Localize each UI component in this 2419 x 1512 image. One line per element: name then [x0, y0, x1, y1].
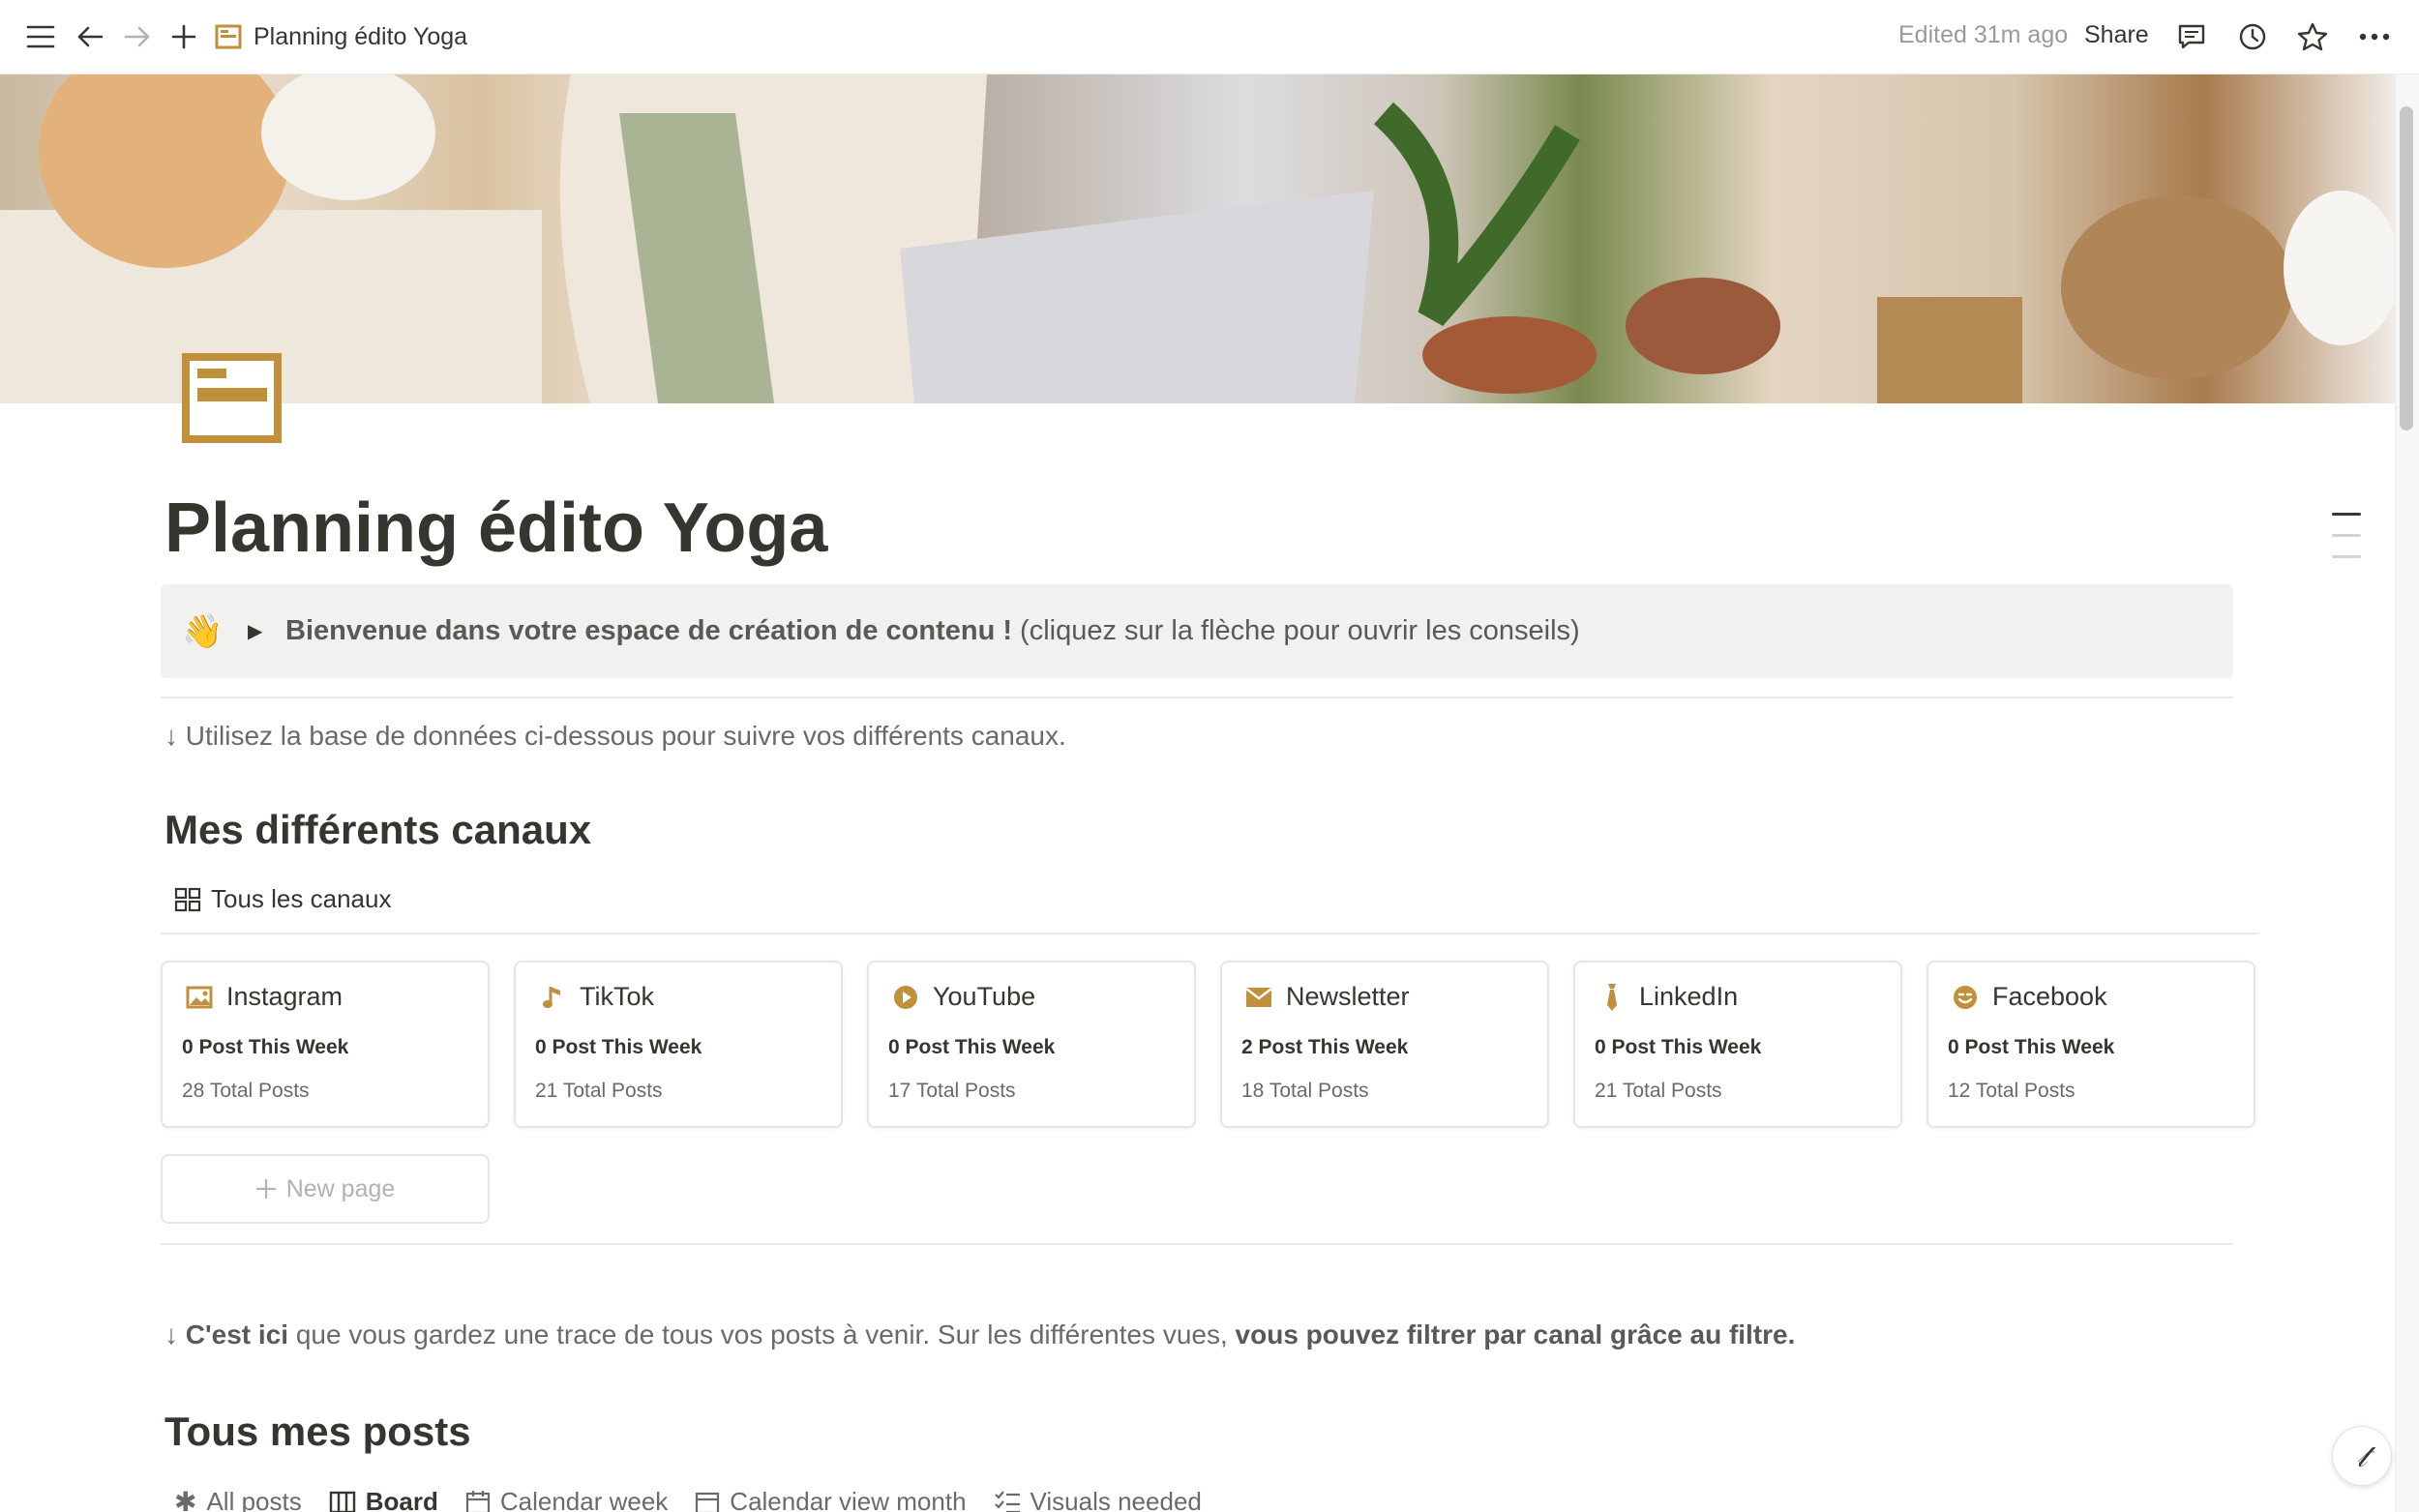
hint-text: que vous gardez une trace de tous vos po…: [288, 1319, 1236, 1349]
cover-image[interactable]: [0, 74, 2395, 403]
tab-label: Calendar week: [499, 1487, 669, 1512]
plus-icon: [255, 1178, 276, 1200]
asterisk-icon: ✱: [174, 1487, 197, 1512]
posts-instruction-text: ↓ C'est ici que vous gardez une trace de…: [164, 1319, 1795, 1350]
tab-calendar-month[interactable]: Calendar view month: [695, 1486, 967, 1512]
card-header: TikTok: [539, 982, 654, 1012]
total-posts: 21 Total Posts: [535, 1080, 663, 1102]
tab-label: Board: [365, 1487, 438, 1512]
posts-this-week: 2 Post This Week: [1241, 1036, 1409, 1058]
hint-bold-1: C'est ici: [185, 1319, 289, 1349]
toggle-arrow-icon[interactable]: ▶: [248, 619, 262, 643]
total-posts: 12 Total Posts: [1948, 1080, 2076, 1102]
gallery-divider: [161, 933, 2259, 934]
table-of-contents-minimap[interactable]: [2332, 513, 2361, 577]
hint-bold-2: vous pouvez filtrer par canal grâce au f…: [1235, 1319, 1796, 1349]
posts-this-week: 0 Post This Week: [1595, 1036, 1762, 1058]
view-tab-label: Tous les canaux: [211, 884, 392, 913]
new-page-label: New page: [285, 1174, 396, 1202]
card-header: LinkedIn: [1598, 982, 1738, 1012]
total-posts: 28 Total Posts: [182, 1080, 310, 1102]
callout-hint: (cliquez sur la flèche pour ouvrir les c…: [1012, 615, 1580, 646]
channel-card[interactable]: LinkedIn 0 Post This Week 21 Total Posts: [1573, 961, 1902, 1128]
channel-gallery: Instagram 0 Post This Week 28 Total Post…: [161, 961, 2255, 1128]
edited-timestamp: Edited 31m ago: [1898, 21, 2069, 48]
total-posts: 21 Total Posts: [1595, 1080, 1722, 1102]
posts-this-week: 0 Post This Week: [888, 1036, 1056, 1058]
board-icon: [329, 1491, 355, 1512]
posts-this-week: 0 Post This Week: [535, 1036, 702, 1058]
channel-name: LinkedIn: [1639, 982, 1739, 1011]
history-clock-icon[interactable]: [2233, 17, 2272, 56]
calendar-icon: [465, 1490, 490, 1512]
comments-icon[interactable]: [2172, 17, 2211, 56]
tie-icon: [1598, 983, 1626, 1011]
page-title[interactable]: Planning édito Yoga: [164, 489, 827, 568]
channel-card[interactable]: Newsletter 2 Post This Week 18 Total Pos…: [1220, 961, 1549, 1128]
gallery-grid-icon: [174, 887, 201, 911]
posts-this-week: 0 Post This Week: [1948, 1036, 2115, 1058]
page-icon[interactable]: [182, 353, 282, 443]
sidebar-menu-icon[interactable]: [21, 17, 60, 56]
channel-name: TikTok: [580, 982, 655, 1011]
new-page-button[interactable]: New page: [161, 1154, 490, 1224]
section-heading-posts: Tous mes posts: [164, 1408, 471, 1454]
more-options-icon[interactable]: [2355, 17, 2394, 56]
callout-text: Bienvenue dans votre espace de création …: [285, 615, 1580, 647]
add-icon[interactable]: [164, 17, 203, 56]
calendar-icon: [696, 1492, 720, 1512]
favorite-star-icon[interactable]: [2293, 17, 2332, 56]
breadcrumb-title: Planning édito Yoga: [254, 22, 468, 50]
total-posts: 17 Total Posts: [888, 1080, 1016, 1102]
page-icon-small: [215, 24, 242, 49]
database-view-tabs: ✱ All posts Board Calendar week Calendar…: [174, 1486, 1202, 1512]
image-icon: [186, 984, 213, 1011]
channel-card[interactable]: Facebook 0 Post This Week 12 Total Posts: [1926, 961, 2255, 1128]
tab-calendar-week[interactable]: Calendar week: [465, 1486, 668, 1512]
welcome-callout: 👋 ▶ Bienvenue dans votre espace de créat…: [161, 584, 2233, 678]
channel-name: Facebook: [1992, 982, 2107, 1011]
waving-hand-icon: 👋: [182, 612, 224, 650]
music-note-icon: [539, 984, 566, 1011]
breadcrumb[interactable]: Planning édito Yoga: [215, 17, 467, 56]
card-header: Facebook: [1952, 982, 2107, 1012]
divider: [161, 1243, 2233, 1245]
section-heading-channels: Mes différents canaux: [164, 807, 592, 852]
channel-name: YouTube: [933, 982, 1036, 1011]
channel-card[interactable]: YouTube 0 Post This Week 17 Total Posts: [867, 961, 1196, 1128]
tab-label: Calendar view month: [730, 1487, 967, 1512]
arrow-down: ↓: [164, 1319, 186, 1349]
view-tab-all-channels[interactable]: Tous les canaux: [174, 884, 391, 914]
smile-icon: [1952, 984, 1979, 1011]
total-posts: 18 Total Posts: [1241, 1080, 1369, 1102]
top-bar: Planning édito Yoga Edited 31m ago Share: [0, 0, 2419, 74]
tab-label: All posts: [206, 1487, 302, 1512]
channel-name: Instagram: [226, 982, 343, 1011]
scrollbar-thumb[interactable]: [2400, 106, 2413, 430]
back-arrow-icon[interactable]: [71, 17, 109, 56]
channel-card[interactable]: Instagram 0 Post This Week 28 Total Post…: [161, 961, 490, 1128]
card-header: Instagram: [186, 982, 343, 1012]
checklist-icon: [994, 1490, 1020, 1512]
posts-this-week: 0 Post This Week: [182, 1036, 349, 1058]
tab-visuals-needed[interactable]: Visuals needed: [994, 1486, 1202, 1512]
divider: [161, 697, 2233, 698]
tab-board[interactable]: Board: [329, 1486, 438, 1512]
card-header: Newsletter: [1245, 982, 1410, 1012]
forward-arrow-icon[interactable]: [118, 17, 157, 56]
tab-label: Visuals needed: [1030, 1487, 1202, 1512]
tab-all-posts[interactable]: ✱ All posts: [174, 1486, 302, 1512]
envelope-icon: [1245, 984, 1272, 1011]
card-header: YouTube: [892, 982, 1035, 1012]
channel-name: Newsletter: [1286, 982, 1410, 1011]
callout-bold-text: Bienvenue dans votre espace de création …: [285, 615, 1012, 646]
play-circle-icon: [892, 984, 919, 1011]
share-button[interactable]: Share: [2084, 21, 2149, 49]
ai-assistant-icon[interactable]: 𝓉: [2332, 1426, 2392, 1486]
channel-card[interactable]: TikTok 0 Post This Week 21 Total Posts: [514, 961, 843, 1128]
instruction-text: ↓ Utilisez la base de données ci-dessous…: [164, 721, 1066, 751]
